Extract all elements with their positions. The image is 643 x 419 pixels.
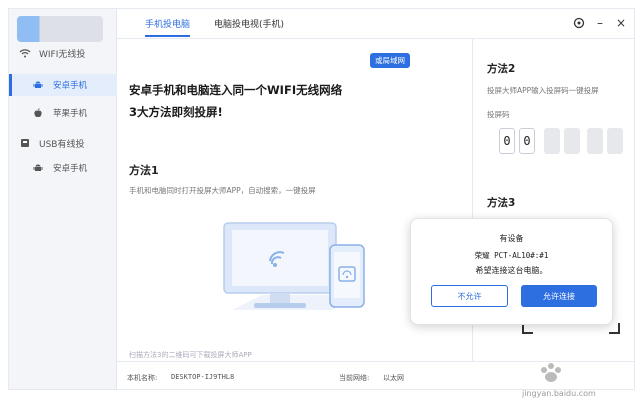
network-value: 以太网 <box>383 374 404 382</box>
headline-line1: 安卓手机和电脑连入同一个WIFI无线网络 <box>129 83 343 97</box>
method1-title: 方法1 <box>129 164 159 177</box>
method2-title: 方法2 <box>487 63 516 75</box>
app-logo <box>17 16 103 42</box>
method1-description: 手机和电脑同时打开投屏大师APP，自动搜索，一键投屏 <box>129 186 316 195</box>
baidu-watermark: jingyan.baidu.com <box>506 362 636 402</box>
android-icon <box>33 80 43 90</box>
code-digit-hidden <box>587 128 603 154</box>
hostname-value: DESKTOP-IJ9THL8 <box>171 373 235 381</box>
method2-description: 投屏大师APP输入投屏码一键投屏 <box>487 86 599 95</box>
watermark-text: jingyan.baidu.com <box>522 389 596 398</box>
sidebar-item-label: 苹果手机 <box>53 109 88 119</box>
code-label: 投屏码 <box>487 110 510 119</box>
wifi-icon <box>19 47 31 59</box>
sidebar-item-wifi-apple[interactable]: 苹果手机 <box>9 102 117 124</box>
apple-icon <box>33 108 43 118</box>
network-label: 当前网络: <box>339 374 370 382</box>
sidebar-section-usb: USB有线投 <box>9 132 117 154</box>
hostname-label: 本机名称: <box>127 374 158 382</box>
sidebar-item-label: 安卓手机 <box>53 164 88 174</box>
app-window: WIFI无线投 安卓手机 苹果手机 USB有线投 安卓手机 手机投电脑 电脑投电… <box>8 8 635 390</box>
dialog-title: 有设备 <box>499 234 524 243</box>
android-icon <box>33 163 43 173</box>
sidebar-section-wifi: WIFI无线投 <box>9 42 117 64</box>
dialog-message: 希望连接这台电脑。 <box>475 266 548 275</box>
settings-icon[interactable] <box>572 16 586 30</box>
sidebar-section-label: USB有线投 <box>39 139 85 150</box>
sidebar-item-wifi-android[interactable]: 安卓手机 <box>9 74 117 96</box>
headline-line2: 3大方法即刻投屏! <box>129 105 223 119</box>
device-name: 荣耀 PCT-AL10#:#1 <box>474 251 549 260</box>
minimize-button[interactable]: – <box>593 16 607 30</box>
sidebar-item-label: 安卓手机 <box>53 81 88 91</box>
method3-title: 方法3 <box>487 197 516 209</box>
code-digit-hidden <box>544 128 560 154</box>
sidebar-item-usb-android[interactable]: 安卓手机 <box>9 157 117 179</box>
connection-request-dialog: 有设备 荣耀 PCT-AL10#:#1 希望连接这台电脑。 不允许 允许连接 <box>410 218 613 325</box>
sidebar: WIFI无线投 安卓手机 苹果手机 USB有线投 安卓手机 <box>9 9 117 389</box>
code-digit: 0 <box>499 128 515 154</box>
sidebar-section-label: WIFI无线投 <box>39 49 86 60</box>
deny-button[interactable]: 不允许 <box>431 285 508 307</box>
close-button[interactable]: × <box>614 16 628 30</box>
monitor-phone-illustration <box>223 222 365 310</box>
code-digit-hidden <box>607 128 623 154</box>
code-digit-hidden <box>564 128 580 154</box>
scan-tip: 扫描方法3的二维码可下载投屏大师APP <box>129 351 252 359</box>
paw-logo <box>541 363 561 382</box>
usb-icon <box>19 137 31 149</box>
top-tab-bar: 手机投电脑 电脑投电视(手机) – × <box>117 9 634 39</box>
tab-phone-to-pc[interactable]: 手机投电脑 <box>145 17 191 37</box>
lan-badge: 或局域网 <box>370 53 410 68</box>
tab-pc-to-tv[interactable]: 电脑投电视(手机) <box>214 17 284 30</box>
code-digit: 0 <box>519 128 535 154</box>
allow-button[interactable]: 允许连接 <box>521 285 597 307</box>
